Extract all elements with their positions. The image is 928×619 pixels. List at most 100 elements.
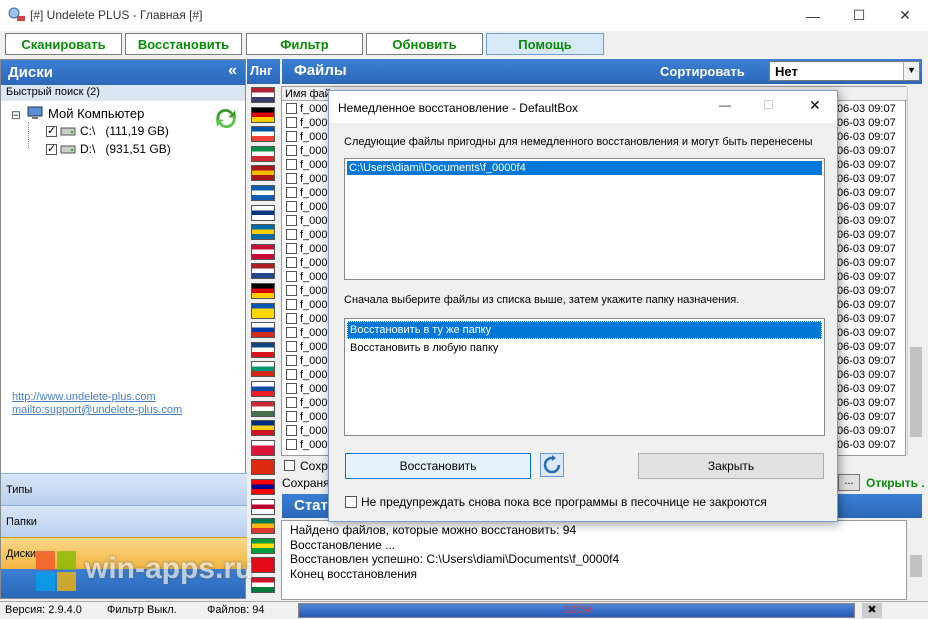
title-bar: [#] Undelete PLUS - Главная [#] — ☐ ✕ bbox=[0, 0, 928, 31]
row-checkbox[interactable] bbox=[286, 145, 297, 156]
language-flag-icon[interactable] bbox=[251, 126, 275, 143]
cancel-progress-icon[interactable]: ✖ bbox=[862, 603, 882, 618]
option-same-folder[interactable]: Восстановить в ту же папку bbox=[347, 321, 822, 339]
log-scroll-thumb[interactable] bbox=[910, 555, 922, 577]
row-checkbox[interactable] bbox=[286, 103, 297, 114]
row-checkbox[interactable] bbox=[286, 397, 297, 408]
sort-select[interactable]: Нет ▼ bbox=[769, 61, 920, 81]
watermark-text: win-apps.ru bbox=[85, 552, 254, 585]
language-flag-icon[interactable] bbox=[251, 106, 275, 123]
row-checkbox[interactable] bbox=[286, 131, 297, 142]
scan-button[interactable]: Сканировать bbox=[5, 33, 122, 55]
drive-d-checkbox[interactable]: ✓ bbox=[46, 143, 57, 155]
row-checkbox[interactable] bbox=[286, 243, 297, 254]
row-date: 06-03 09:07 bbox=[837, 383, 896, 395]
row-checkbox[interactable] bbox=[286, 257, 297, 268]
language-flag-icon[interactable] bbox=[251, 165, 275, 182]
save-checkbox[interactable] bbox=[284, 460, 295, 471]
row-checkbox[interactable] bbox=[286, 425, 297, 436]
row-checkbox[interactable] bbox=[286, 215, 297, 226]
dialog-restore-button[interactable]: Восстановить bbox=[345, 453, 531, 479]
language-flag-icon[interactable] bbox=[251, 498, 275, 515]
row-checkbox[interactable] bbox=[286, 159, 297, 170]
row-checkbox[interactable] bbox=[286, 439, 297, 450]
row-filename: f_000 bbox=[300, 173, 328, 185]
close-window-button[interactable]: ✕ bbox=[882, 0, 928, 31]
row-filename: f_000 bbox=[300, 355, 328, 367]
row-checkbox[interactable] bbox=[286, 411, 297, 422]
row-checkbox[interactable] bbox=[286, 327, 297, 338]
language-flag-icon[interactable] bbox=[251, 204, 275, 221]
language-flag-icon[interactable] bbox=[251, 479, 275, 495]
restore-button[interactable]: Восстановить bbox=[125, 33, 242, 55]
row-checkbox[interactable] bbox=[286, 355, 297, 366]
filter-button[interactable]: Фильтр bbox=[246, 33, 363, 55]
collapse-button[interactable]: « bbox=[228, 62, 237, 80]
language-flag-icon[interactable] bbox=[251, 145, 275, 162]
row-checkbox[interactable] bbox=[286, 299, 297, 310]
drive-c-checkbox[interactable]: ✓ bbox=[46, 125, 57, 137]
language-flag-icon[interactable] bbox=[251, 263, 275, 280]
language-flag-icon[interactable] bbox=[251, 381, 275, 397]
section-types[interactable]: Типы bbox=[1, 473, 247, 505]
tree-expander[interactable]: ⊟ bbox=[11, 108, 21, 122]
row-checkbox[interactable] bbox=[286, 313, 297, 324]
row-checkbox[interactable] bbox=[286, 187, 297, 198]
drive-d-label[interactable]: D:\ (931,51 GB) bbox=[80, 142, 171, 156]
language-flag-icon[interactable] bbox=[251, 518, 275, 535]
language-flag-icon[interactable] bbox=[251, 283, 275, 299]
browse-button[interactable]: ... bbox=[838, 474, 860, 491]
row-date: 06-03 09:07 bbox=[837, 117, 896, 129]
language-flag-icon[interactable] bbox=[251, 302, 275, 319]
minimize-button[interactable]: — bbox=[790, 0, 836, 31]
destination-list[interactable]: Восстановить в ту же папку Восстановить … bbox=[344, 318, 825, 436]
grid-scrollbar[interactable] bbox=[907, 87, 923, 455]
section-folders[interactable]: Папки bbox=[1, 505, 247, 537]
language-flag-icon[interactable] bbox=[251, 185, 275, 201]
option-any-folder[interactable]: Восстановить в любую папку bbox=[347, 341, 822, 355]
language-flag-icon[interactable] bbox=[251, 439, 275, 456]
sandbox-file-item[interactable]: C:\Users\diami\Documents\f_0000f4 bbox=[347, 161, 822, 175]
row-checkbox[interactable] bbox=[286, 271, 297, 282]
row-filename: f_000 bbox=[300, 159, 328, 171]
language-flag-icon[interactable] bbox=[251, 420, 275, 437]
sandbox-files-list[interactable]: C:\Users\diami\Documents\f_0000f4 bbox=[344, 158, 825, 280]
quick-search[interactable]: Быстрый поиск (2) bbox=[1, 85, 245, 101]
drive-c-label[interactable]: C:\ (111,19 GB) bbox=[80, 124, 169, 138]
dialog-close-icon[interactable]: ✕ bbox=[809, 97, 821, 114]
language-flag-icon[interactable] bbox=[251, 243, 275, 260]
maximize-button[interactable]: ☐ bbox=[836, 0, 882, 31]
support-email-link[interactable]: mailto:support@undelete-plus.com bbox=[12, 404, 182, 416]
row-checkbox[interactable] bbox=[286, 201, 297, 212]
row-checkbox[interactable] bbox=[286, 285, 297, 296]
row-checkbox[interactable] bbox=[286, 383, 297, 394]
dialog-refresh-button[interactable] bbox=[540, 453, 564, 477]
grid-scroll-thumb[interactable] bbox=[910, 347, 922, 437]
language-flag-icon[interactable] bbox=[251, 341, 275, 358]
dont-warn-checkbox[interactable] bbox=[345, 496, 357, 508]
log-scrollbar[interactable] bbox=[908, 521, 924, 599]
language-flag-icon[interactable] bbox=[251, 87, 275, 103]
dialog-minimize-button[interactable]: — bbox=[719, 98, 731, 112]
row-checkbox[interactable] bbox=[286, 173, 297, 184]
open-link[interactable]: Открыть . bbox=[866, 476, 925, 490]
row-checkbox[interactable] bbox=[286, 341, 297, 352]
dialog-close-button[interactable]: Закрыть bbox=[638, 453, 824, 479]
row-date: 06-03 09:07 bbox=[837, 327, 896, 339]
language-flag-icon[interactable] bbox=[251, 459, 275, 476]
row-checkbox[interactable] bbox=[286, 229, 297, 240]
windows-logo-icon bbox=[36, 551, 76, 591]
refresh-drives-icon[interactable] bbox=[213, 107, 239, 129]
row-date: 06-03 09:07 bbox=[837, 397, 896, 409]
tree-root-label[interactable]: Мой Компьютер bbox=[48, 106, 144, 121]
row-checkbox[interactable] bbox=[286, 117, 297, 128]
language-flag-icon[interactable] bbox=[251, 224, 275, 241]
language-flag-icon[interactable] bbox=[251, 361, 275, 378]
website-link[interactable]: http://www.undelete-plus.com bbox=[12, 391, 156, 403]
language-flag-icon[interactable] bbox=[251, 322, 275, 339]
language-flag-icon[interactable] bbox=[251, 400, 275, 417]
refresh-button[interactable]: Обновить bbox=[366, 33, 483, 55]
row-checkbox[interactable] bbox=[286, 369, 297, 380]
chevron-down-icon[interactable]: ▼ bbox=[903, 62, 919, 80]
help-button[interactable]: Помощь bbox=[486, 33, 604, 55]
